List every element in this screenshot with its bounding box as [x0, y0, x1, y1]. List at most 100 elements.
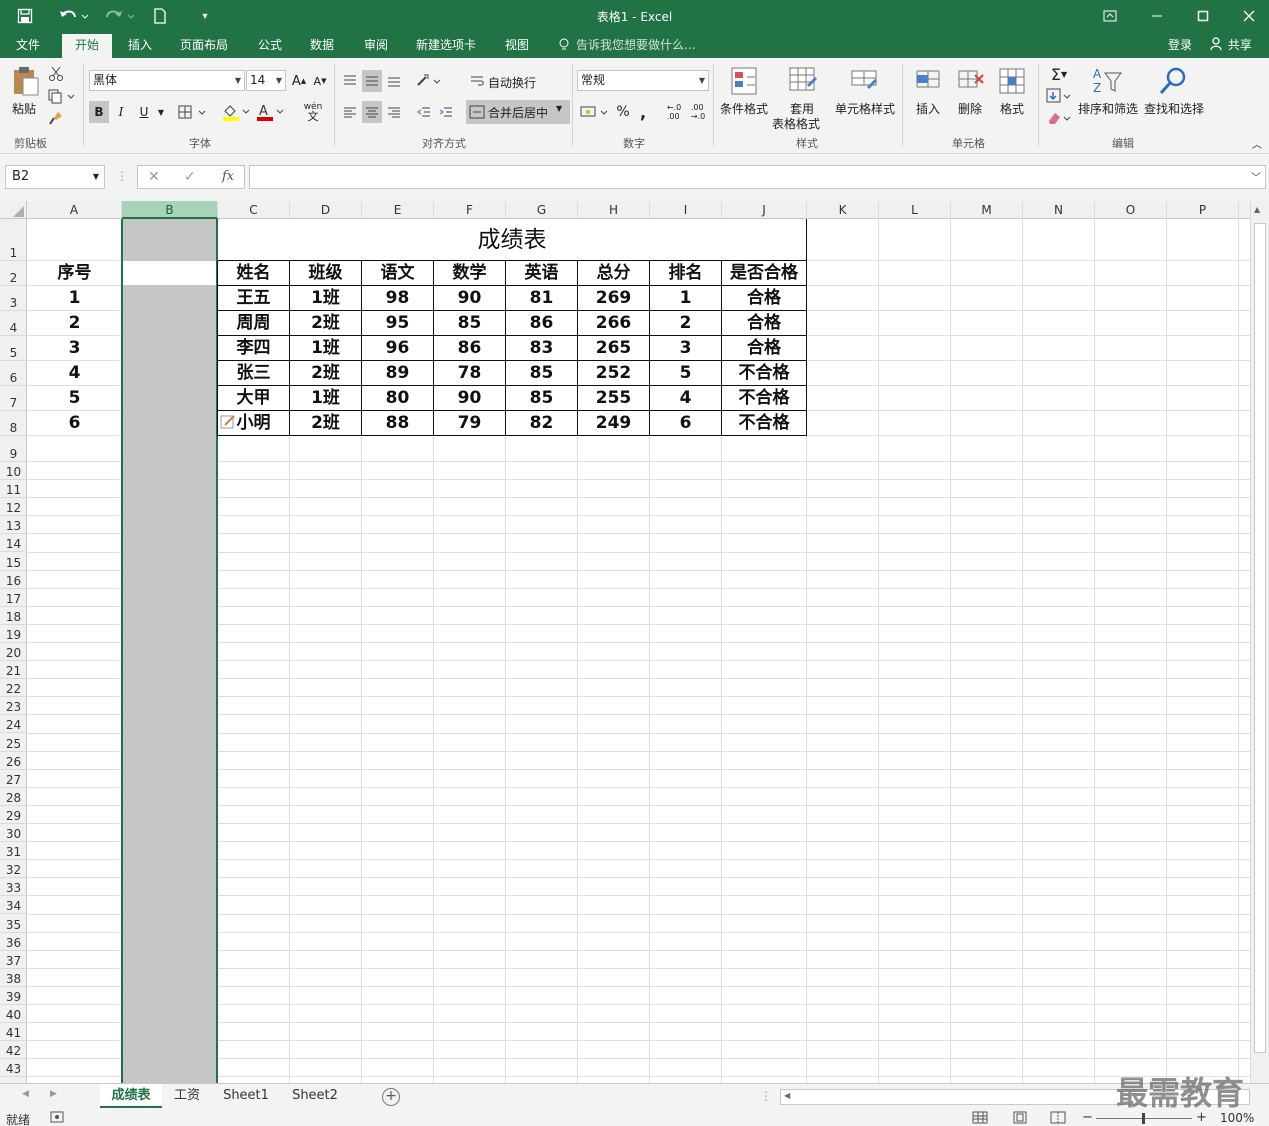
percent-button[interactable]: %: [614, 101, 632, 123]
table-cell[interactable]: 80: [362, 386, 434, 411]
row-header-18[interactable]: 18: [0, 607, 27, 625]
table-cell[interactable]: 255: [578, 386, 650, 411]
table-cell[interactable]: 4: [650, 386, 722, 411]
insert-cells-button[interactable]: 插入: [916, 100, 940, 117]
row-header-39[interactable]: 39: [0, 987, 27, 1005]
align-center-icon[interactable]: [362, 101, 382, 123]
table-cell[interactable]: 不合格: [722, 386, 807, 411]
row-header-15[interactable]: 15: [0, 553, 27, 571]
grow-font-icon[interactable]: A ▲: [290, 71, 308, 91]
underline-dropdown-icon[interactable]: ▼: [155, 101, 167, 123]
clear-icon[interactable]: [1044, 108, 1074, 128]
row-header-27[interactable]: 27: [0, 770, 27, 788]
header-cell[interactable]: 总分: [578, 261, 650, 286]
row-header-26[interactable]: 26: [0, 752, 27, 770]
tab-new[interactable]: 新建选项卡: [416, 32, 476, 58]
row-header-28[interactable]: 28: [0, 788, 27, 806]
align-bottom-icon[interactable]: [384, 70, 404, 92]
tab-formulas[interactable]: 公式: [258, 32, 282, 58]
sheet-tab-salary[interactable]: 工资: [164, 1084, 210, 1108]
table-cell[interactable]: 2班: [290, 361, 362, 386]
fill-color-icon[interactable]: [220, 101, 254, 123]
column-header-e[interactable]: E: [362, 201, 434, 219]
row-header-6[interactable]: 6: [0, 361, 27, 386]
next-sheet-icon[interactable]: ▶: [50, 1089, 57, 1099]
merge-center-button[interactable]: 合并后居中 ▼: [466, 100, 570, 124]
table-cell[interactable]: 王五: [218, 286, 290, 311]
row-header-40[interactable]: 40: [0, 1005, 27, 1024]
align-right-icon[interactable]: [384, 101, 404, 123]
page-layout-view-icon[interactable]: [1012, 1111, 1028, 1126]
seq-header-cell[interactable]: 序号: [27, 261, 122, 286]
row-header-17[interactable]: 17: [0, 589, 27, 607]
column-header-k[interactable]: K: [807, 201, 879, 219]
table-cell[interactable]: 90: [434, 286, 506, 311]
table-cell[interactable]: 1班: [290, 336, 362, 361]
format-cells-button[interactable]: 格式: [1000, 100, 1024, 117]
table-cell[interactable]: 3: [650, 336, 722, 361]
row-header-38[interactable]: 38: [0, 969, 27, 987]
tab-page-layout[interactable]: 页面布局: [180, 32, 228, 58]
table-cell[interactable]: 252: [578, 361, 650, 386]
column-header-j[interactable]: J: [722, 201, 807, 219]
align-middle-icon[interactable]: [362, 70, 382, 92]
scroll-thumb[interactable]: [1254, 223, 1266, 1053]
page-break-view-icon[interactable]: [1050, 1111, 1066, 1126]
phonetic-icon[interactable]: wén 文: [296, 99, 330, 125]
table-cell[interactable]: 合格: [722, 336, 807, 361]
autosum-icon[interactable]: Σ ▼: [1044, 64, 1074, 84]
table-cell[interactable]: 98: [362, 286, 434, 311]
row-header-22[interactable]: 22: [0, 679, 27, 698]
tab-view[interactable]: 视图: [505, 32, 529, 58]
row-header-34[interactable]: 34: [0, 896, 27, 915]
borders-icon[interactable]: [176, 101, 210, 123]
sort-filter-icon[interactable]: AZ: [1090, 64, 1124, 98]
increase-decimal-icon[interactable]: ←.0.00: [664, 101, 684, 123]
column-header-m[interactable]: M: [951, 201, 1023, 219]
row-header-42[interactable]: 42: [0, 1041, 27, 1060]
row-header-21[interactable]: 21: [0, 661, 27, 680]
delete-cells-button[interactable]: 删除: [958, 100, 982, 117]
table-title[interactable]: 成绩表: [218, 219, 807, 261]
sheet-tab-sheet2[interactable]: Sheet2: [283, 1084, 347, 1108]
table-cell[interactable]: 张三: [218, 361, 290, 386]
maximize-icon[interactable]: [1183, 4, 1223, 28]
seq-cell[interactable]: 2: [27, 311, 122, 336]
row-header-30[interactable]: 30: [0, 824, 27, 843]
header-cell[interactable]: 是否合格: [722, 261, 807, 286]
header-cell[interactable]: 英语: [506, 261, 578, 286]
row-header-12[interactable]: 12: [0, 498, 27, 517]
table-cell[interactable]: 周周: [218, 311, 290, 336]
table-cell[interactable]: 85: [506, 361, 578, 386]
name-box[interactable]: B2 ▼: [5, 165, 105, 189]
table-cell[interactable]: 79: [434, 411, 506, 436]
table-cell[interactable]: 1: [650, 286, 722, 311]
table-cell[interactable]: 5: [650, 361, 722, 386]
row-header-20[interactable]: 20: [0, 643, 27, 662]
table-cell[interactable]: 85: [506, 386, 578, 411]
expand-formula-icon[interactable]: ﹀: [1251, 169, 1261, 184]
table-cell[interactable]: 大甲: [218, 386, 290, 411]
fill-icon[interactable]: [1044, 86, 1074, 106]
table-cell[interactable]: 不合格: [722, 361, 807, 386]
tab-data[interactable]: 数据: [310, 32, 334, 58]
align-top-icon[interactable]: [340, 70, 360, 92]
tell-me-input[interactable]: 告诉我您想要做什么...: [576, 32, 695, 58]
formula-input[interactable]: ﹀: [249, 165, 1266, 189]
conditional-format-icon[interactable]: [728, 64, 760, 98]
table-cell[interactable]: 249: [578, 411, 650, 436]
increase-indent-icon[interactable]: [436, 101, 456, 123]
delete-cells-icon[interactable]: [954, 64, 986, 98]
share-button[interactable]: 共享: [1210, 32, 1252, 58]
zoom-slider-thumb[interactable]: [1142, 1113, 1145, 1124]
paste-options-icon[interactable]: [220, 414, 238, 430]
seq-cell[interactable]: 6: [27, 411, 122, 436]
header-cell[interactable]: 班级: [290, 261, 362, 286]
zoom-out-icon[interactable]: −: [1082, 1110, 1093, 1125]
decrease-indent-icon[interactable]: [414, 101, 434, 123]
row-header-32[interactable]: 32: [0, 860, 27, 879]
seq-cell[interactable]: 5: [27, 386, 122, 411]
worksheet-grid[interactable]: 序号 1 2 3 4 5 6 姓名 班级 语文 数学 英语 总分 排名 是否合格 王五 1班 98 90 81 269 1…: [0, 201, 1269, 1083]
format-table-label-2[interactable]: 表格格式: [772, 115, 820, 132]
table-cell[interactable]: 266: [578, 311, 650, 336]
